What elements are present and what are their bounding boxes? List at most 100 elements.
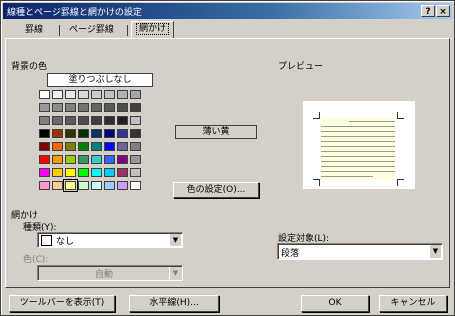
color-swatch[interactable] — [104, 181, 115, 190]
color-swatch[interactable] — [39, 181, 50, 190]
cancel-button[interactable]: キャンセル — [379, 295, 447, 312]
horizontal-line-button[interactable]: 水平線(H)... — [129, 295, 219, 312]
color-select[interactable]: 自動 ▼ — [37, 265, 183, 281]
color-swatch[interactable] — [78, 103, 89, 112]
window-title: 線種とページ罫線と網かけの設定 — [7, 8, 142, 18]
ok-button[interactable]: OK — [301, 295, 369, 312]
color-swatch[interactable] — [104, 103, 115, 112]
color-swatch[interactable] — [117, 181, 128, 190]
style-select[interactable]: なし ▼ — [37, 232, 183, 248]
color-swatch[interactable] — [117, 142, 128, 151]
tab-shading-label: 網かけ — [136, 23, 170, 35]
apply-to-select[interactable]: 段落 ▼ — [277, 243, 443, 260]
color-swatch[interactable] — [104, 90, 115, 99]
corner-mark — [313, 179, 320, 186]
help-button[interactable]: ? — [421, 5, 435, 17]
color-swatch[interactable] — [130, 103, 141, 112]
color-swatch[interactable] — [91, 155, 102, 164]
color-swatch[interactable] — [39, 116, 50, 125]
tab-separator — [59, 25, 60, 36]
preview-shaded-area — [321, 118, 395, 180]
color-swatch[interactable] — [52, 181, 63, 190]
color-swatch[interactable] — [39, 155, 50, 164]
preview-text-line — [321, 171, 395, 172]
color-swatch[interactable] — [104, 168, 115, 177]
preview-section-label: プレビュー — [278, 62, 324, 72]
color-swatch[interactable] — [117, 168, 128, 177]
color-swatch[interactable] — [78, 129, 89, 138]
color-swatch[interactable] — [130, 116, 141, 125]
color-swatch[interactable] — [52, 168, 63, 177]
color-swatch[interactable] — [65, 168, 76, 177]
no-fill-button[interactable]: 塗りつぶしなし — [47, 73, 153, 87]
color-swatch[interactable] — [78, 90, 89, 99]
color-swatch[interactable] — [104, 155, 115, 164]
preview-text-line — [349, 121, 395, 122]
color-swatch[interactable] — [65, 142, 76, 151]
color-swatch[interactable] — [130, 142, 141, 151]
color-swatch[interactable] — [104, 142, 115, 151]
color-swatch[interactable] — [91, 168, 102, 177]
more-colors-button[interactable]: 色の設定(O)... — [173, 182, 259, 198]
color-swatch[interactable] — [65, 155, 76, 164]
color-swatch[interactable] — [91, 142, 102, 151]
color-swatch[interactable] — [52, 116, 63, 125]
color-swatch[interactable] — [52, 155, 63, 164]
preview-text-line — [321, 146, 395, 147]
color-swatch[interactable] — [78, 155, 89, 164]
color-swatch[interactable] — [130, 129, 141, 138]
color-swatch[interactable] — [130, 168, 141, 177]
color-swatch[interactable] — [91, 103, 102, 112]
close-button[interactable]: × — [436, 5, 450, 17]
chevron-down-icon[interactable]: ▼ — [429, 245, 441, 258]
color-swatch[interactable] — [65, 103, 76, 112]
color-swatch[interactable] — [52, 129, 63, 138]
preview-pane — [303, 101, 415, 189]
color-swatch[interactable] — [91, 90, 102, 99]
color-swatch[interactable] — [52, 142, 63, 151]
preview-text-line — [321, 141, 395, 142]
preview-text-line — [321, 156, 395, 157]
color-swatch[interactable] — [63, 179, 78, 192]
color-swatch[interactable] — [52, 90, 63, 99]
color-swatch[interactable] — [78, 181, 89, 190]
color-swatch[interactable] — [78, 168, 89, 177]
color-swatch[interactable] — [117, 90, 128, 99]
color-swatch[interactable] — [91, 181, 102, 190]
style-swatch-icon — [41, 235, 52, 246]
color-swatch[interactable] — [39, 103, 50, 112]
color-swatch[interactable] — [130, 90, 141, 99]
color-swatch[interactable] — [78, 142, 89, 151]
tab-shading[interactable]: 網かけ — [131, 21, 175, 39]
color-swatch[interactable] — [130, 181, 141, 190]
color-swatch[interactable] — [130, 155, 141, 164]
chevron-down-icon[interactable]: ▼ — [169, 267, 181, 279]
corner-mark — [397, 179, 404, 186]
show-toolbar-button[interactable]: ツールバーを表示(T) — [9, 295, 115, 312]
background-section-label: 背景の色 — [11, 62, 48, 72]
color-swatch[interactable] — [39, 90, 50, 99]
color-swatch[interactable] — [91, 116, 102, 125]
apply-to-value: 段落 — [281, 249, 300, 259]
color-swatch[interactable] — [104, 116, 115, 125]
color-swatch[interactable] — [39, 168, 50, 177]
tab-page-borders[interactable]: ページ罫線 — [65, 23, 118, 37]
color-swatch[interactable] — [117, 155, 128, 164]
color-swatch[interactable] — [117, 129, 128, 138]
color-swatch[interactable] — [117, 116, 128, 125]
tab-strip: 罫線 ページ罫線 網かけ — [7, 21, 447, 39]
corner-mark — [397, 112, 404, 119]
color-swatch[interactable] — [65, 129, 76, 138]
color-swatch[interactable] — [91, 129, 102, 138]
color-swatch[interactable] — [39, 129, 50, 138]
color-swatch[interactable] — [39, 142, 50, 151]
preview-text-line — [321, 136, 395, 137]
color-swatch[interactable] — [78, 116, 89, 125]
color-swatch[interactable] — [117, 103, 128, 112]
color-swatch[interactable] — [65, 90, 76, 99]
color-swatch[interactable] — [52, 103, 63, 112]
tab-borders[interactable]: 罫線 — [21, 23, 47, 37]
chevron-down-icon[interactable]: ▼ — [169, 234, 181, 246]
color-swatch[interactable] — [65, 116, 76, 125]
color-swatch[interactable] — [104, 129, 115, 138]
